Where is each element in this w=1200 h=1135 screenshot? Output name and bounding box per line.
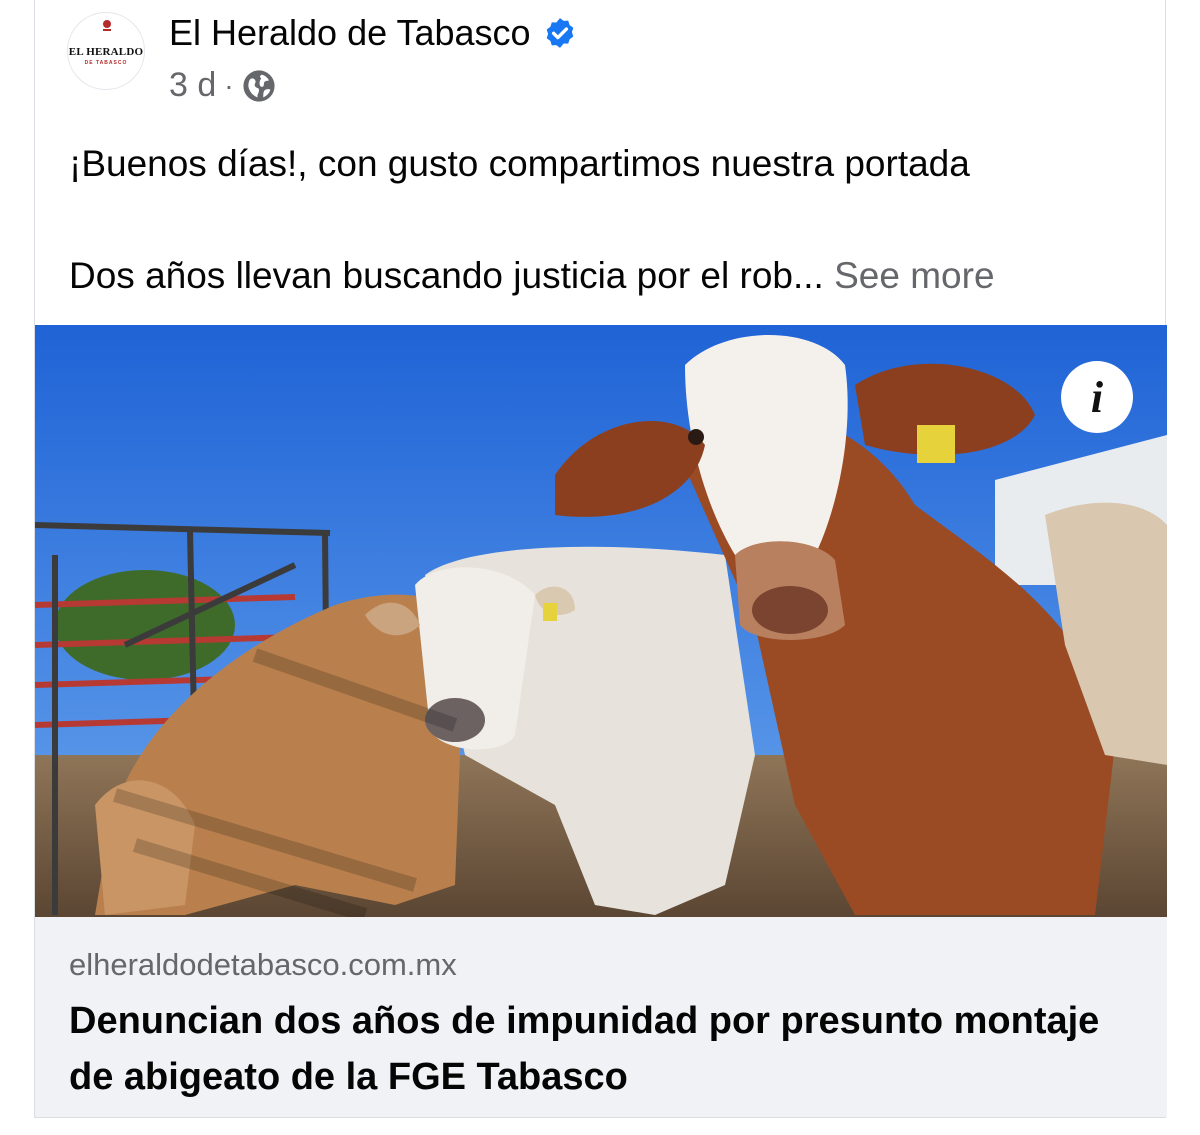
post-body: ¡Buenos días!, con gusto compartimos nue… (69, 136, 1149, 304)
logo-emblem-icon (103, 20, 111, 31)
post-text-line-2-row: Dos años llevan buscando justicia por el… (69, 248, 1149, 304)
page-name-link[interactable]: El Heraldo de Tabasco (169, 12, 531, 54)
see-more-link[interactable]: See more (834, 255, 994, 296)
post-text-line-2: Dos años llevan buscando justicia por el… (69, 255, 824, 296)
page-avatar[interactable]: EL HERALDO DE TABASCO (67, 12, 145, 90)
page-name-row: El Heraldo de Tabasco (169, 12, 577, 54)
meta-separator: · (224, 69, 234, 101)
logo-text: EL HERALDO (68, 46, 144, 58)
cattle-photo (35, 325, 1167, 917)
post-timestamp[interactable]: 3 d (169, 66, 216, 105)
logo-subtext: DE TABASCO (84, 60, 128, 66)
link-headline[interactable]: Denuncian dos años de impunidad por pres… (69, 993, 1129, 1105)
verified-badge-icon (546, 18, 573, 48)
post-text-line-1: ¡Buenos días!, con gusto compartimos nue… (69, 143, 970, 184)
globe-icon[interactable] (242, 69, 276, 103)
post-card: EL HERALDO DE TABASCO El Heraldo de Taba… (34, 0, 1167, 1118)
link-preview-footer[interactable]: elheraldodetabasco.com.mx Denuncian dos … (35, 917, 1167, 1117)
post-meta: 3 d · (169, 66, 276, 105)
link-preview-image[interactable]: i (35, 325, 1167, 917)
link-domain: elheraldodetabasco.com.mx (69, 947, 457, 982)
info-button[interactable]: i (1061, 361, 1133, 433)
